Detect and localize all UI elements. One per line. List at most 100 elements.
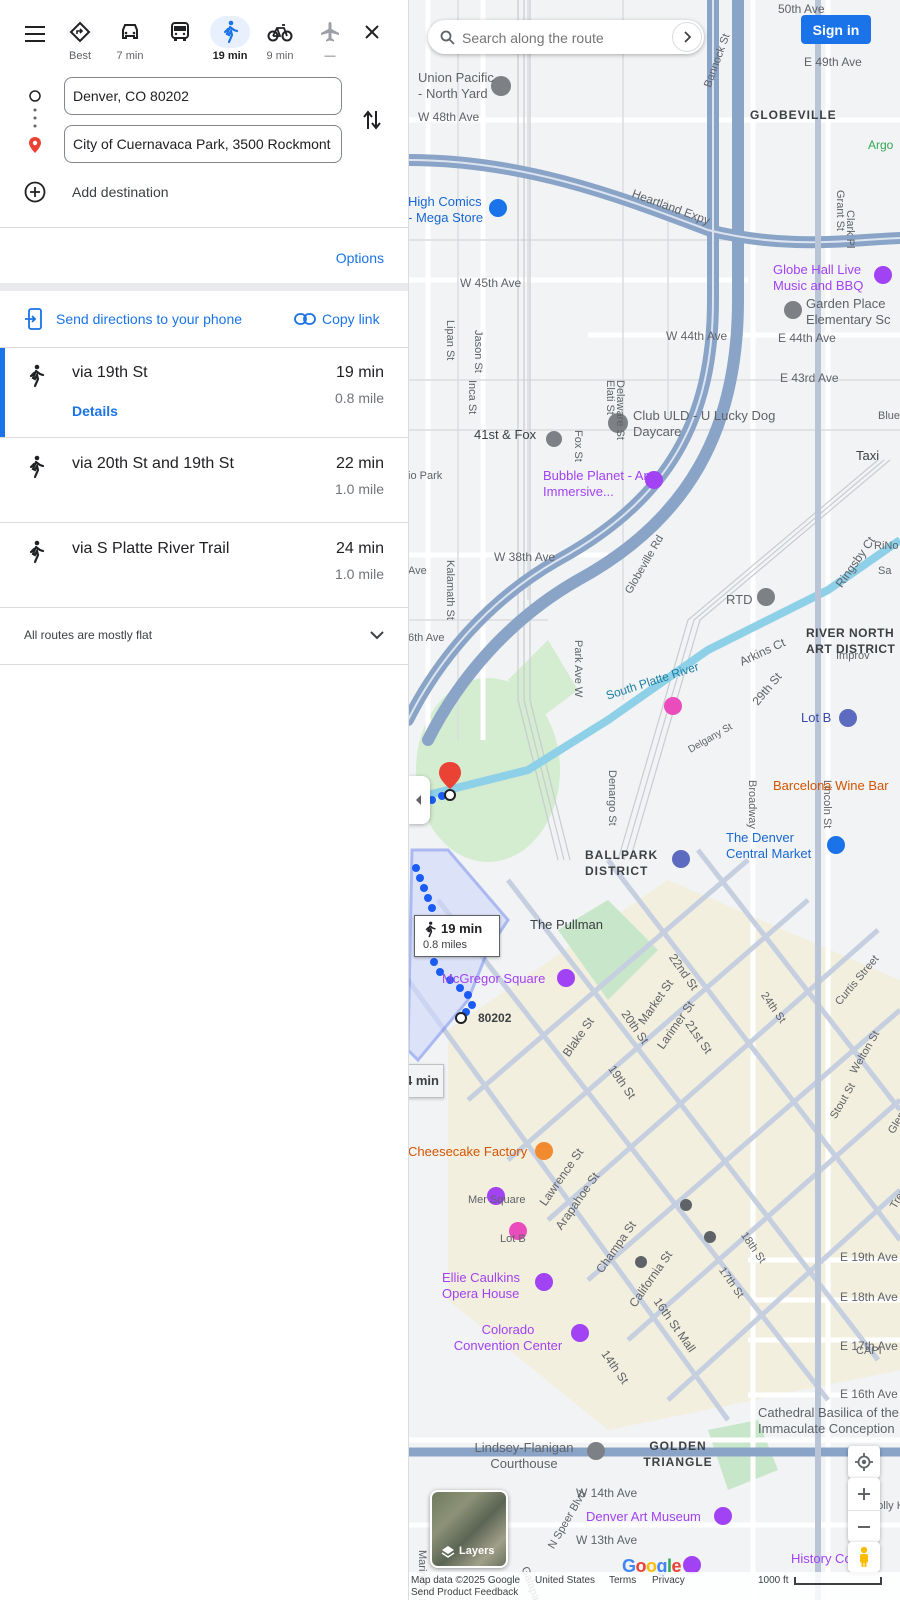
street-label: Lot B [500, 1233, 526, 1245]
sign-in-button[interactable]: Sign in [801, 15, 871, 44]
street-label: Denargo St [606, 770, 618, 826]
street-label: Elati St [604, 380, 616, 415]
street-label: Kalamath St [444, 560, 456, 620]
mode-driving-label: 7 min [116, 50, 144, 62]
street-view-pegman-button[interactable] [848, 1542, 880, 1572]
terms-link[interactable]: Terms [609, 1575, 636, 1586]
poi-label: Union Pacific - North Yard [418, 70, 494, 101]
street-label: Jason St [472, 330, 484, 373]
privacy-link[interactable]: Privacy [652, 1575, 685, 1586]
collapse-panel-button[interactable] [408, 776, 430, 824]
zoom-in-button[interactable] [848, 1478, 880, 1511]
street-label: Grant St [834, 190, 846, 231]
street-label: W 14th Ave [576, 1486, 638, 1500]
chevron-down-icon [370, 631, 384, 640]
walk-icon [223, 20, 239, 44]
add-destination-label: Add destination [72, 184, 169, 200]
swap-button[interactable] [358, 106, 386, 134]
link-icon [294, 313, 316, 325]
poi-label: McGregor Square [442, 971, 546, 986]
route-details-link[interactable]: Details [72, 403, 118, 419]
travel-mode-bar: Best 7 min 19 min 9 min — [0, 0, 408, 70]
poi-label: The Denver Central Market [726, 830, 812, 861]
street-label: 50th Ave [778, 2, 825, 16]
route-distance: 1.0 mile [334, 566, 384, 582]
scale-label[interactable]: 1000 ft [758, 1575, 789, 1586]
mode-flight[interactable]: — [308, 16, 352, 62]
route-distance: 1.0 mile [334, 481, 384, 497]
close-icon [365, 25, 379, 39]
origin-input[interactable] [64, 77, 342, 115]
walk-icon [425, 921, 436, 938]
mode-cycling[interactable]: 9 min [258, 16, 302, 62]
search-along-route-input[interactable] [460, 26, 660, 50]
close-directions-button[interactable] [358, 18, 386, 46]
callout-distance: 0.8 miles [423, 939, 468, 951]
mode-walking[interactable]: 19 min [208, 16, 252, 62]
poi-label: High Comics - Mega Store [408, 194, 484, 225]
street-label: E 17th Ave [840, 1339, 898, 1353]
street-label: io Park [408, 470, 443, 482]
route-time: 22 min [335, 455, 384, 472]
destination-input[interactable] [64, 125, 342, 163]
walk-icon [29, 540, 45, 564]
car-icon [122, 24, 138, 39]
poi-label: Taxi [856, 448, 880, 463]
alt-route-callout[interactable]: 4 min [408, 1064, 444, 1098]
street-label: Park Ave W [572, 640, 584, 698]
poi-label: Garden Place Elementary Sc [806, 296, 891, 327]
poi-label: Lot B [801, 710, 832, 725]
map-canvas[interactable]: 18th St 17th St 6th Ave Ave io Park Sa RiNo Mol… [408, 0, 900, 1600]
bicycle-icon [267, 24, 293, 42]
copy-link-button[interactable]: Copy link [294, 308, 390, 332]
route-time-callout[interactable]: 19 min 0.8 miles [414, 915, 500, 957]
poi-label: 41st & Fox [474, 427, 537, 442]
scale-bar [794, 1577, 882, 1585]
plus-icon [858, 1488, 870, 1500]
zoom-out-button[interactable] [848, 1511, 880, 1542]
poi-label: Denver Art Museum [586, 1509, 701, 1524]
poi-label: Club ULD - U Lucky Dog Daycare [633, 408, 776, 439]
send-directions-button[interactable]: Send directions to your phone [24, 308, 264, 332]
area-label: GOLDEN TRIANGLE [643, 1439, 713, 1469]
layers-button[interactable]: Layers [430, 1490, 508, 1568]
menu-button[interactable] [20, 18, 52, 50]
mode-driving[interactable]: 7 min [108, 16, 152, 62]
copy-link-label: Copy link [322, 311, 380, 327]
elevation-summary[interactable]: All routes are mostly flat [0, 608, 408, 664]
destination-pin-icon [29, 137, 41, 153]
minus-icon [858, 1525, 870, 1528]
search-next-button[interactable] [672, 22, 702, 52]
search-along-route-box[interactable] [428, 20, 704, 54]
country-label[interactable]: United States [535, 1575, 595, 1586]
street-label: Ave [408, 565, 427, 577]
send-feedback-link[interactable]: Send Product Feedback [411, 1587, 518, 1598]
add-destination-button[interactable]: Add destination [24, 181, 224, 205]
route-option-3[interactable]: via S Platte River Trail 24 min 1.0 mile [0, 523, 408, 607]
route-option-1[interactable]: via 19th St 19 min 0.8 mile Details [0, 348, 408, 437]
add-circle-icon [24, 181, 46, 203]
street-label: E 49th Ave [804, 55, 862, 69]
poi-label: Cathedral Basilica of the Immaculate Con… [758, 1405, 899, 1436]
plane-icon [321, 22, 339, 42]
my-location-button[interactable] [848, 1446, 880, 1478]
walk-icon [29, 455, 45, 479]
options-link[interactable]: Options [336, 250, 384, 266]
search-icon [440, 30, 455, 45]
mode-flight-label: — [324, 50, 336, 62]
my-location-icon [855, 1453, 873, 1471]
area-label: GLOBEVILLE [750, 108, 837, 122]
mode-best-label: Best [68, 50, 91, 62]
swap-arrows-icon [363, 110, 381, 130]
mode-best[interactable]: Best [58, 16, 102, 62]
mode-transit[interactable] [158, 16, 202, 50]
alt-route-time: 4 min [408, 1073, 439, 1088]
street-label: W 38th Ave [494, 550, 556, 564]
area-label: Argo [868, 138, 894, 152]
poi-label: Cheesecake Factory [408, 1144, 528, 1159]
zoom-controls [848, 1478, 880, 1542]
route-option-2[interactable]: via 20th St and 19th St 22 min 1.0 mile [0, 438, 408, 522]
layers-label: Layers [459, 1545, 495, 1557]
street-label: W 44th Ave [666, 329, 728, 343]
pegman-icon [860, 1546, 868, 1567]
